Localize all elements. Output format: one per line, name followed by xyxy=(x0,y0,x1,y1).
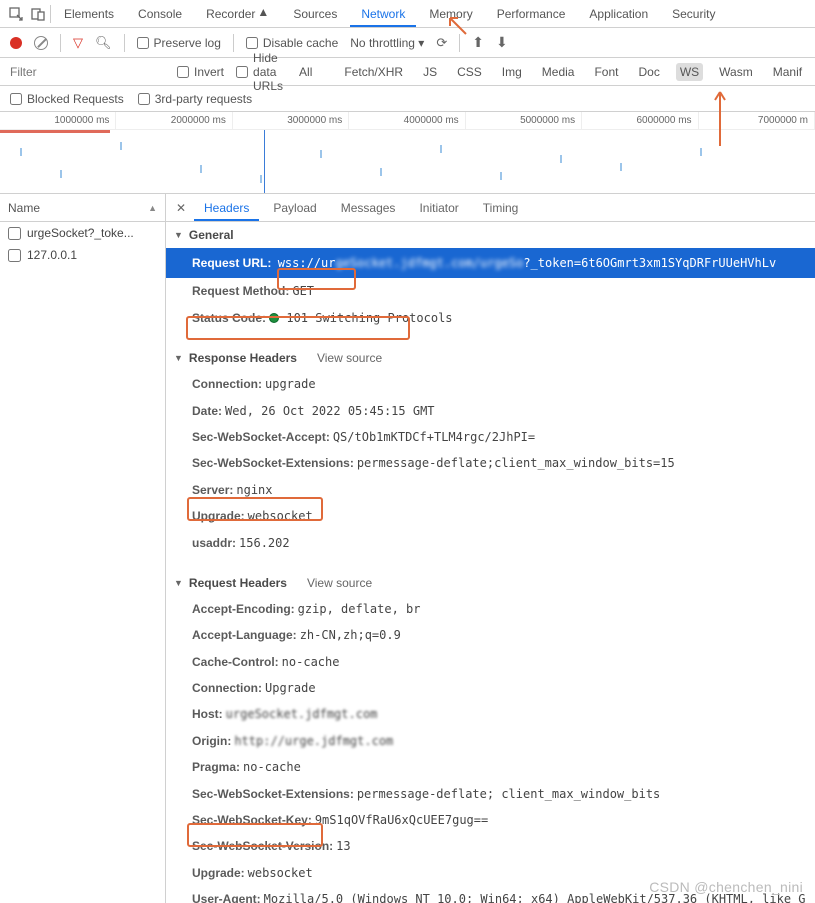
requests-sidebar: Name▲ urgeSocket?_toke... 127.0.0.1 xyxy=(0,194,166,903)
sidebar-header-name[interactable]: Name▲ xyxy=(0,194,165,222)
tab-messages[interactable]: Messages xyxy=(331,195,406,221)
tab-recorder[interactable]: Recorder▲ xyxy=(195,1,280,27)
header-upgrade-row: Upgrade:websocket xyxy=(166,503,815,529)
timeline-tick: 7000000 m xyxy=(699,112,815,129)
timeline-tick: 3000000 ms xyxy=(233,112,349,129)
request-row[interactable]: urgeSocket?_toke... xyxy=(0,222,165,244)
header-row: Connection:Upgrade xyxy=(166,675,815,701)
filter-css[interactable]: CSS xyxy=(453,63,486,81)
row-checkbox[interactable] xyxy=(8,227,21,240)
tab-network[interactable]: Network xyxy=(350,1,416,27)
section-general[interactable]: ▼General xyxy=(166,222,815,248)
request-row[interactable]: 127.0.0.1 xyxy=(0,244,165,266)
header-row: Accept-Encoding:gzip, deflate, br xyxy=(166,596,815,622)
tab-performance[interactable]: Performance xyxy=(486,1,577,27)
row-checkbox[interactable] xyxy=(8,249,21,262)
timeline-tick: 1000000 ms xyxy=(0,112,116,129)
tab-application[interactable]: Application xyxy=(578,1,659,27)
filter-img[interactable]: Img xyxy=(498,63,526,81)
divider xyxy=(459,34,460,52)
filter-doc[interactable]: Doc xyxy=(634,63,663,81)
filter-icon[interactable]: ▽ xyxy=(73,35,83,51)
upload-har-icon[interactable]: ⬆ xyxy=(472,34,484,51)
tab-timing[interactable]: Timing xyxy=(473,195,529,221)
hide-data-urls-checkbox[interactable]: Hide data URLs xyxy=(236,51,283,93)
section-request-headers[interactable]: ▼Request HeadersView source xyxy=(166,570,815,596)
thirdparty-checkbox[interactable]: 3rd-party requests xyxy=(138,92,252,106)
disable-cache-checkbox[interactable]: Disable cache xyxy=(246,36,338,50)
filter-js[interactable]: JS xyxy=(419,63,441,81)
tab-security[interactable]: Security xyxy=(661,1,726,27)
tab-console[interactable]: Console xyxy=(127,1,193,27)
tab-payload[interactable]: Payload xyxy=(263,195,326,221)
header-row: Pragma:no-cache xyxy=(166,754,815,780)
header-row: Accept-Language:zh-CN,zh;q=0.9 xyxy=(166,622,815,648)
filter-media[interactable]: Media xyxy=(538,63,579,81)
header-row: Connection:upgrade xyxy=(166,371,815,397)
throttling-select[interactable]: No throttling ▾ xyxy=(350,36,424,50)
network-toolbar: ▽ 🔍︎ Preserve log Disable cache No throt… xyxy=(0,28,815,58)
header-row: Sec-WebSocket-Accept:QS/tOb1mKTDCf+TLM4r… xyxy=(166,424,815,450)
header-row: Server:nginx xyxy=(166,477,815,503)
divider xyxy=(124,34,125,52)
filter-wasm[interactable]: Wasm xyxy=(715,63,757,81)
request-url-row: Request URL: wss://urgeSocket.jdfmgt.com… xyxy=(166,248,815,278)
divider xyxy=(60,34,61,52)
header-row: Origin:http://urge.jdfmgt.com xyxy=(166,728,815,754)
view-source-link[interactable]: View source xyxy=(317,351,382,365)
network-conditions-icon[interactable]: ⟳ xyxy=(436,35,447,51)
invert-checkbox[interactable]: Invert xyxy=(177,65,224,79)
header-row: Sec-WebSocket-Key:9mS1qOVfRaU6xQcUEE7gug… xyxy=(166,807,815,833)
tab-elements[interactable]: Elements xyxy=(53,1,125,27)
device-icon[interactable] xyxy=(28,4,48,24)
timeline-body xyxy=(0,130,815,193)
filter-font[interactable]: Font xyxy=(590,63,622,81)
tab-memory[interactable]: Memory xyxy=(418,1,483,27)
status-dot-icon xyxy=(269,313,279,323)
filter-all[interactable]: All xyxy=(295,63,316,81)
filter-input[interactable] xyxy=(10,65,165,79)
search-icon[interactable]: 🔍︎ xyxy=(95,35,112,51)
inspect-icon[interactable] xyxy=(6,4,26,24)
section-response-headers[interactable]: ▼Response HeadersView source xyxy=(166,345,815,371)
header-row: Cache-Control:no-cache xyxy=(166,649,815,675)
timeline-tick: 6000000 ms xyxy=(582,112,698,129)
header-row: Sec-WebSocket-Extensions:permessage-defl… xyxy=(166,781,815,807)
devtools-tabs: Elements Console Recorder▲ Sources Netwo… xyxy=(0,0,815,28)
timeline-tick: 2000000 ms xyxy=(116,112,232,129)
timeline-tick: 5000000 ms xyxy=(466,112,582,129)
tab-sources[interactable]: Sources xyxy=(282,1,348,27)
header-row: Sec-WebSocket-Extensions:permessage-defl… xyxy=(166,450,815,476)
tab-headers[interactable]: Headers xyxy=(194,195,259,221)
blocked-requests-checkbox[interactable]: Blocked Requests xyxy=(10,92,124,106)
timeline-tick: 4000000 ms xyxy=(349,112,465,129)
request-detail: ✕ Headers Payload Messages Initiator Tim… xyxy=(166,194,815,903)
detail-tabs: ✕ Headers Payload Messages Initiator Tim… xyxy=(166,194,815,222)
status-code-row: Status Code: 101 Switching Protocols xyxy=(166,305,815,331)
header-row: usaddr:156.202 xyxy=(166,530,815,556)
tab-initiator[interactable]: Initiator xyxy=(409,195,468,221)
record-button[interactable] xyxy=(10,37,22,49)
watermark: CSDN @chenchen_nini xyxy=(649,879,803,895)
header-row: Date:Wed, 26 Oct 2022 05:45:15 GMT xyxy=(166,398,815,424)
header-row: Sec-WebSocket-Version:13 xyxy=(166,833,815,859)
filter-manifest[interactable]: Manif xyxy=(769,63,806,81)
request-method-row: Request Method:GET xyxy=(166,278,815,304)
preserve-log-checkbox[interactable]: Preserve log xyxy=(137,36,221,50)
timeline-overview[interactable]: 1000000 ms 2000000 ms 3000000 ms 4000000… xyxy=(0,112,815,194)
view-source-link[interactable]: View source xyxy=(307,576,372,590)
close-icon[interactable]: ✕ xyxy=(172,201,190,215)
divider xyxy=(233,34,234,52)
divider xyxy=(50,5,51,23)
filter-fetchxhr[interactable]: Fetch/XHR xyxy=(340,63,407,81)
clear-button[interactable] xyxy=(34,36,48,50)
download-har-icon[interactable]: ⬇ xyxy=(496,34,508,51)
header-row: Host:urgeSocket.jdfmgt.com xyxy=(166,701,815,727)
filter-bar-2: Blocked Requests 3rd-party requests xyxy=(0,86,815,112)
filter-bar: Invert Hide data URLs All Fetch/XHR JS C… xyxy=(0,58,815,86)
filter-ws[interactable]: WS xyxy=(676,63,703,81)
